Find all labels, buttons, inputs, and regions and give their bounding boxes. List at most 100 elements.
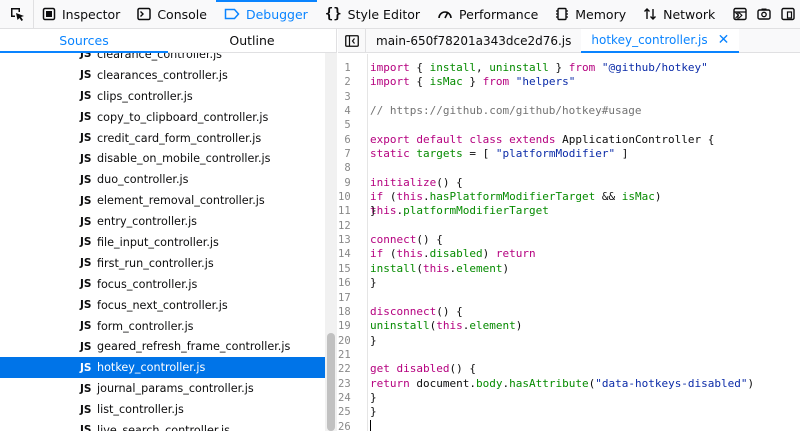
line-number[interactable]: 7: [338, 147, 357, 161]
line-number[interactable]: 17: [338, 291, 357, 305]
source-file-item[interactable]: JS clearances_controller.js: [0, 65, 325, 86]
line-number[interactable]: 24: [338, 391, 357, 405]
source-file-item[interactable]: JS list_controller.js: [0, 399, 325, 420]
line-number[interactable]: 3: [338, 90, 357, 104]
source-file-item[interactable]: JS entry_controller.js: [0, 211, 325, 232]
line-number[interactable]: 13: [338, 233, 357, 247]
tab-sources[interactable]: Sources: [0, 29, 168, 53]
line-number[interactable]: 16: [338, 276, 357, 290]
js-file-icon: JS: [80, 340, 92, 353]
source-file-label: journal_params_controller.js: [97, 382, 254, 396]
source-file-label: hotkey_controller.js: [97, 361, 206, 375]
line-number[interactable]: 4: [338, 104, 357, 118]
source-file-item[interactable]: JS disable_on_mobile_controller.js: [0, 148, 325, 169]
style-editor-icon: {}: [324, 6, 342, 22]
source-file-item[interactable]: JS first_run_controller.js: [0, 253, 325, 274]
element-picker-button[interactable]: [0, 0, 34, 28]
source-file-item[interactable]: JS focus_next_controller.js: [0, 295, 325, 316]
sources-tree: JS clearance_controller.js JS clearances_co…: [0, 53, 325, 431]
line-number[interactable]: 6: [338, 133, 357, 147]
line-number[interactable]: 10: [338, 190, 357, 204]
code-line-13: connect() {: [370, 233, 443, 247]
source-file-item[interactable]: JS duo_controller.js: [0, 169, 325, 190]
source-file-item[interactable]: JS form_controller.js: [0, 316, 325, 337]
line-number[interactable]: 18: [338, 305, 357, 319]
line-number[interactable]: 26: [338, 420, 357, 431]
line-number[interactable]: 21: [338, 348, 357, 362]
source-file-label: clearance_controller.js: [97, 53, 223, 61]
js-file-icon: JS: [80, 278, 92, 291]
line-number[interactable]: 14: [338, 247, 357, 261]
source-file-label: disable_on_mobile_controller.js: [97, 152, 271, 166]
tab-style-editor[interactable]: {} Style Editor: [317, 0, 429, 28]
line-number[interactable]: 23: [338, 377, 357, 391]
source-file-item[interactable]: JS file_input_controller.js: [0, 232, 325, 253]
line-number[interactable]: 2: [338, 75, 357, 89]
devtools-toolbar: Inspector Console Debugger {} Style Edit…: [0, 0, 800, 29]
source-file-label: copy_to_clipboard_controller.js: [97, 110, 269, 124]
editor-tab-main-bundle[interactable]: main-650f78201a343dce2d76.js: [366, 29, 581, 53]
js-file-icon: JS: [80, 424, 92, 431]
source-file-item[interactable]: JS geared_refresh_frame_controller.js: [0, 336, 325, 357]
split-console-button[interactable]: [728, 0, 752, 28]
editor-tab-hotkey-controller[interactable]: hotkey_controller.js ✕: [581, 28, 740, 53]
code-line-10: if (this.hasPlatformModifierTarget && is…: [370, 190, 662, 218]
code-line-22: get disabled() {: [370, 362, 476, 376]
line-number-gutter[interactable]: 1 2 3 4 5 6 7 8 9 10 11 12 13 14 15 16 17 18 19 20 21 22 23 24 2…: [338, 54, 368, 431]
code-line-7: static targets = [ "platformModifier" ]: [370, 147, 629, 161]
source-file-item[interactable]: JS clearance_controller.js: [0, 53, 325, 65]
tab-debugger[interactable]: Debugger: [215, 0, 317, 28]
source-file-item[interactable]: JS clips_controller.js: [0, 86, 325, 107]
editor-tabs: main-650f78201a343dce2d76.js hotkey_cont…: [338, 28, 800, 53]
tab-memory[interactable]: Memory: [547, 0, 635, 28]
source-file-item[interactable]: JS hotkey_controller.js: [0, 357, 325, 379]
source-file-label: focus_controller.js: [97, 277, 198, 291]
line-number[interactable]: 19: [338, 319, 357, 333]
close-icon[interactable]: ✕: [718, 32, 730, 48]
source-file-item[interactable]: JS copy_to_clipboard_controller.js: [0, 107, 325, 128]
line-number[interactable]: 25: [338, 405, 357, 419]
tab-console-label: Console: [157, 6, 207, 22]
screenshot-button[interactable]: [752, 0, 776, 28]
line-number[interactable]: 5: [338, 118, 357, 132]
js-file-icon: JS: [80, 236, 92, 249]
responsive-design-button[interactable]: [776, 0, 800, 28]
sources-scrollbar[interactable]: [325, 53, 337, 431]
code-lines[interactable]: import { install, uninstall } from "@git…: [370, 61, 800, 431]
code-line-2: import { isMac } from "helpers": [370, 75, 576, 89]
source-file-label: clearances_controller.js: [97, 68, 228, 82]
code-line-26: [370, 420, 800, 431]
toggle-sources-button[interactable]: [338, 28, 366, 53]
source-file-item[interactable]: JS element_removal_controller.js: [0, 190, 325, 211]
sources-scrollbar-thumb[interactable]: [327, 333, 335, 431]
inspector-icon: [42, 7, 56, 21]
js-file-icon: JS: [80, 152, 92, 165]
line-number[interactable]: 11: [338, 204, 357, 218]
code-line-19: uninstall(this.element): [370, 319, 523, 333]
tab-performance-label: Performance: [459, 6, 539, 22]
text-cursor: [370, 420, 371, 431]
line-number[interactable]: 22: [338, 362, 357, 376]
source-file-item[interactable]: JS credit_card_form_controller.js: [0, 128, 325, 149]
line-number[interactable]: 20: [338, 334, 357, 348]
tab-outline[interactable]: Outline: [168, 29, 336, 52]
tab-performance[interactable]: Performance: [429, 0, 547, 28]
line-number[interactable]: 15: [338, 262, 357, 276]
source-file-item[interactable]: JS live_search_controller.js: [0, 420, 325, 431]
network-icon: [644, 8, 657, 20]
line-number[interactable]: 9: [338, 176, 357, 190]
tab-network[interactable]: Network: [635, 0, 724, 28]
line-number[interactable]: 8: [338, 161, 357, 175]
code-line-14: if (this.disabled) return: [370, 247, 536, 261]
js-file-icon: JS: [80, 132, 92, 144]
line-number[interactable]: 12: [338, 219, 357, 233]
code-line-24: }: [370, 390, 377, 404]
source-file-item[interactable]: JS journal_params_controller.js: [0, 378, 325, 399]
code-editor[interactable]: 1 2 3 4 5 6 7 8 9 10 11 12 13 14 15 16 17 18 19 20 21 22 23 24 2…: [338, 54, 800, 431]
tab-console[interactable]: Console: [129, 0, 216, 28]
line-number[interactable]: 1: [338, 61, 357, 75]
source-file-item[interactable]: JS focus_controller.js: [0, 274, 325, 295]
tab-inspector-label: Inspector: [62, 6, 121, 22]
tab-inspector[interactable]: Inspector: [34, 0, 129, 28]
